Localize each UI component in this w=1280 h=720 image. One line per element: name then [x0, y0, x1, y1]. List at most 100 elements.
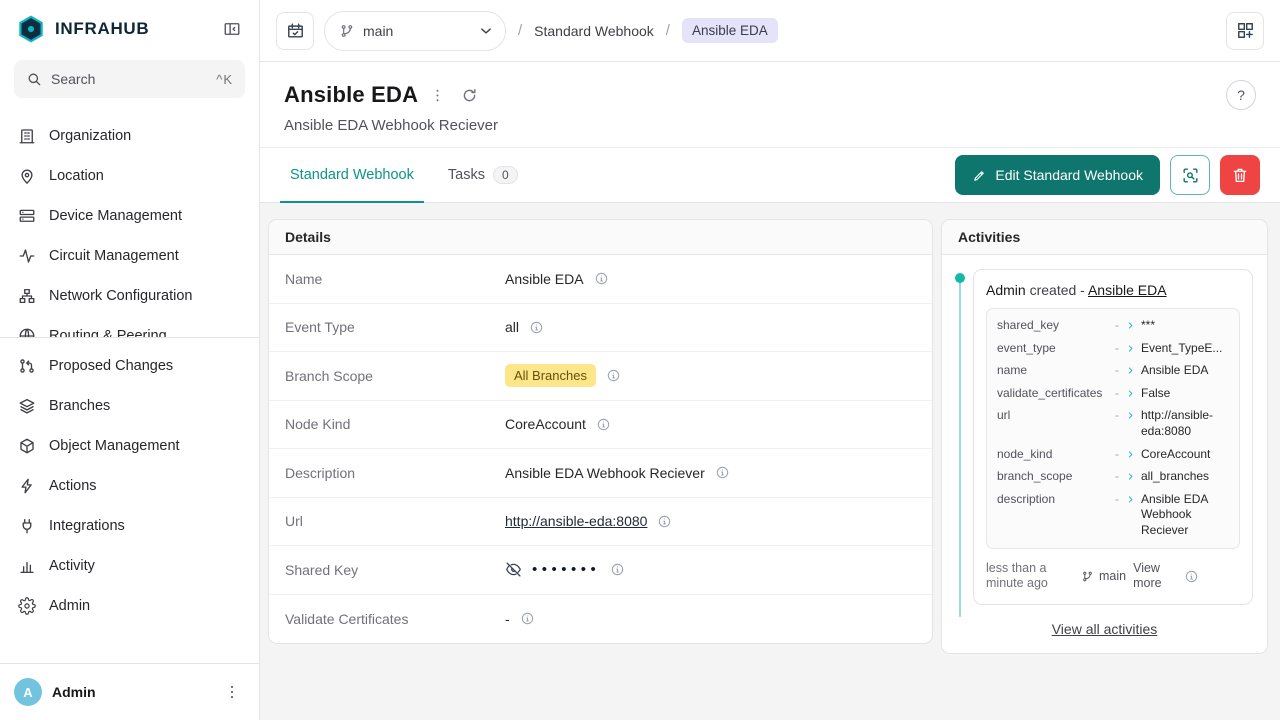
sidebar-nav: Organization Location Device Management …	[0, 116, 259, 663]
detail-value: CoreAccount	[505, 416, 586, 432]
detail-label: Node Kind	[285, 416, 505, 432]
sidebar-item-label: Network Configuration	[49, 288, 192, 304]
schedule-button[interactable]	[276, 12, 314, 50]
sidebar-item-routing-peering[interactable]: Routing & Peering	[0, 316, 259, 337]
url-link[interactable]: http://ansible-eda:8080	[505, 513, 647, 529]
sidebar-item-activity[interactable]: Activity	[0, 546, 259, 586]
view-more-link[interactable]: View more	[1133, 561, 1177, 592]
activity-branch-tag: main	[1081, 569, 1126, 583]
sidebar-collapse-button[interactable]	[219, 16, 245, 42]
sidebar-item-label: Actions	[49, 478, 97, 494]
sidebar-item-network-configuration[interactable]: Network Configuration	[0, 276, 259, 316]
sidebar-item-label: Object Management	[49, 438, 180, 454]
chevron-down-icon	[477, 22, 495, 40]
user-menu[interactable]: A Admin	[0, 663, 259, 720]
detail-row-validate-certificates: Validate Certificates -	[269, 595, 932, 644]
tab-tasks[interactable]: Tasks 0	[438, 148, 528, 202]
edit-webhook-button[interactable]: Edit Standard Webhook	[955, 155, 1160, 195]
help-button[interactable]: ?	[1226, 80, 1256, 110]
breadcrumb-separator: /	[518, 22, 522, 39]
sidebar-item-label: Organization	[49, 128, 131, 144]
sidebar: INFRAHUB Search ^K Organization Location…	[0, 0, 260, 720]
sidebar-item-organization[interactable]: Organization	[0, 116, 259, 156]
detail-row-shared-key: Shared Key •••••••	[269, 546, 932, 595]
details-title: Details	[269, 220, 932, 255]
sidebar-item-label: Admin	[49, 598, 90, 614]
activity-object-link[interactable]: Ansible EDA	[1088, 282, 1167, 298]
git-branch-icon	[1081, 570, 1094, 583]
main-area: main / Standard Webhook / Ansible EDA An…	[260, 0, 1280, 720]
pencil-icon	[972, 168, 987, 183]
detail-row-node-kind: Node Kind CoreAccount	[269, 401, 932, 450]
explore-button[interactable]	[1170, 155, 1210, 195]
chevron-right-icon	[1125, 469, 1137, 482]
infrahub-logo: INFRAHUB	[16, 14, 149, 44]
change-old-value: -	[1113, 386, 1121, 400]
tab-standard-webhook[interactable]: Standard Webhook	[280, 148, 424, 202]
change-key: name	[997, 363, 1109, 377]
sidebar-item-object-management[interactable]: Object Management	[0, 426, 259, 466]
change-key: node_kind	[997, 447, 1109, 461]
delete-button[interactable]	[1220, 155, 1260, 195]
change-key: url	[997, 408, 1109, 422]
search-icon	[26, 71, 42, 87]
sidebar-item-integrations[interactable]: Integrations	[0, 506, 259, 546]
title-options-button[interactable]	[425, 83, 450, 108]
view-all-activities-link[interactable]: View all activities	[956, 621, 1253, 637]
sidebar-item-device-management[interactable]: Device Management	[0, 196, 259, 236]
branch-selector[interactable]: main	[324, 11, 506, 51]
info-icon[interactable]	[1184, 569, 1199, 584]
info-icon[interactable]	[657, 514, 672, 529]
detail-value: Ansible EDA Webhook Reciever	[505, 465, 705, 481]
search-placeholder: Search	[51, 71, 207, 87]
map-pin-icon	[18, 167, 36, 185]
nav-group-schema: Organization Location Device Management …	[0, 116, 259, 337]
info-icon[interactable]	[529, 320, 544, 335]
sidebar-item-location[interactable]: Location	[0, 156, 259, 196]
activity-actor: Admin	[986, 282, 1026, 298]
change-old-value: -	[1113, 341, 1121, 355]
detail-row-event-type: Event Type all	[269, 304, 932, 353]
activity-timeline: Admin created - Ansible EDA shared_key-*…	[956, 269, 1253, 605]
info-icon[interactable]	[715, 465, 730, 480]
info-icon[interactable]	[596, 417, 611, 432]
detail-label: Event Type	[285, 319, 505, 335]
info-icon[interactable]	[610, 562, 625, 577]
apps-button[interactable]	[1226, 12, 1264, 50]
user-options-button[interactable]	[219, 679, 245, 705]
sidebar-item-label: Circuit Management	[49, 248, 179, 264]
info-icon[interactable]	[594, 271, 609, 286]
chevron-right-icon	[1125, 363, 1137, 376]
circuit-icon	[18, 247, 36, 265]
bolt-icon	[18, 477, 36, 495]
change-new-value: Ansible EDA	[1141, 363, 1229, 379]
change-new-value: all_branches	[1141, 469, 1229, 485]
app-root: INFRAHUB Search ^K Organization Location…	[0, 0, 1280, 720]
avatar: A	[14, 678, 42, 706]
nav-group-system: Proposed Changes Branches Object Managem…	[0, 346, 259, 626]
refresh-icon	[461, 87, 478, 104]
detail-value: •••••••	[505, 561, 600, 578]
breadcrumb-standard-webhook[interactable]: Standard Webhook	[534, 23, 654, 39]
refresh-button[interactable]	[457, 83, 482, 108]
detail-label: Branch Scope	[285, 368, 505, 384]
network-icon	[18, 287, 36, 305]
info-icon[interactable]	[606, 368, 621, 383]
branch-scope-badge: All Branches	[505, 364, 596, 387]
globe-icon	[18, 327, 36, 337]
user-name: Admin	[52, 684, 209, 700]
breadcrumb-bar: main / Standard Webhook / Ansible EDA	[260, 0, 1280, 62]
sidebar-item-actions[interactable]: Actions	[0, 466, 259, 506]
sidebar-item-admin[interactable]: Admin	[0, 586, 259, 626]
sidebar-item-branches[interactable]: Branches	[0, 386, 259, 426]
eye-off-icon[interactable]	[505, 561, 522, 578]
search-input[interactable]: Search ^K	[14, 60, 245, 98]
sidebar-item-proposed-changes[interactable]: Proposed Changes	[0, 346, 259, 386]
detail-value: -	[505, 611, 510, 627]
details-rows: Name Ansible EDA Event Type all Branch S…	[269, 255, 932, 643]
masked-value: •••••••	[532, 561, 600, 578]
info-icon[interactable]	[520, 611, 535, 626]
change-key: description	[997, 492, 1109, 506]
sidebar-item-circuit-management[interactable]: Circuit Management	[0, 236, 259, 276]
detail-row-branch-scope: Branch Scope All Branches	[269, 352, 932, 401]
